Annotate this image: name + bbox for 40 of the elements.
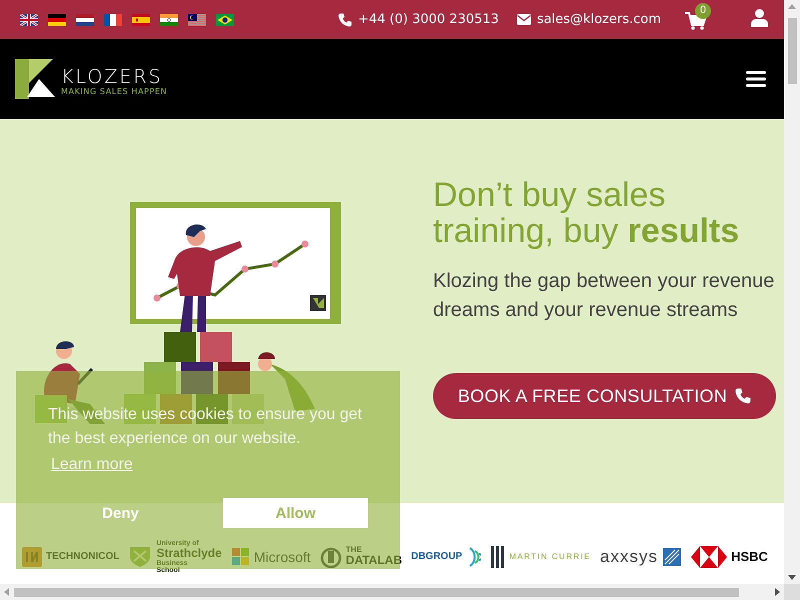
book-consultation-button[interactable]: BOOK A FREE CONSULTATION <box>433 373 776 419</box>
phone-icon <box>338 12 352 26</box>
client-logo-text: HSBC <box>731 552 768 562</box>
india-flag-icon[interactable] <box>160 14 178 26</box>
client-logo-text: MARTIN CURRIE <box>509 552 591 562</box>
client-logo-icon <box>691 544 728 568</box>
k-logo-icon <box>15 59 55 99</box>
client-logo-text: DBGROUP <box>411 552 462 562</box>
hero-heading: Don’t buy sales training, buy results <box>433 177 740 249</box>
vertical-scrollbar-thumb[interactable] <box>788 18 796 84</box>
client-logo-icon <box>490 544 506 568</box>
user-icon[interactable] <box>751 8 768 26</box>
germany-flag-icon[interactable] <box>48 14 66 26</box>
client-logo-icon <box>22 546 42 566</box>
uk-flag-icon[interactable] <box>20 14 38 26</box>
brazil-flag-icon[interactable] <box>216 14 234 26</box>
client-logo-text: TECHNONICOL <box>46 552 120 562</box>
scrollbar-corner <box>784 584 800 600</box>
brand-name: KLOZERS <box>61 67 164 87</box>
france-flag-icon[interactable] <box>104 14 122 26</box>
cart-count-badge: 0 <box>695 2 711 18</box>
client-logo-icon <box>230 547 250 566</box>
spain-flag-icon[interactable] <box>132 14 150 26</box>
horizontal-scrollbar-thumb[interactable] <box>14 588 739 596</box>
phone-link[interactable]: +44 (0) 3000 230513 <box>358 12 499 27</box>
client-logo-text: Strathclyde <box>156 546 222 560</box>
client-logo-text: THE <box>346 546 363 554</box>
phone-icon <box>735 388 752 404</box>
envelope-icon <box>516 14 531 25</box>
email-link[interactable]: sales@klozers.com <box>536 12 661 27</box>
brand-tagline: MAKING SALES HAPPEN <box>61 87 168 97</box>
client-logo-text: Microsoft <box>254 552 311 562</box>
malaysia-flag-icon[interactable] <box>188 14 206 26</box>
client-logo-icon <box>320 545 342 568</box>
cookie-message: This website uses cookies to ensure you get the best experience on our website. <box>48 405 363 449</box>
netherlands-flag-icon[interactable] <box>76 14 94 26</box>
client-logo-icon <box>662 546 682 566</box>
client-logo-icon <box>128 544 152 568</box>
menu-icon[interactable] <box>746 71 766 87</box>
hero-subheading: Klozing the gap between your revenue dreams and your revenue streams <box>433 269 776 323</box>
